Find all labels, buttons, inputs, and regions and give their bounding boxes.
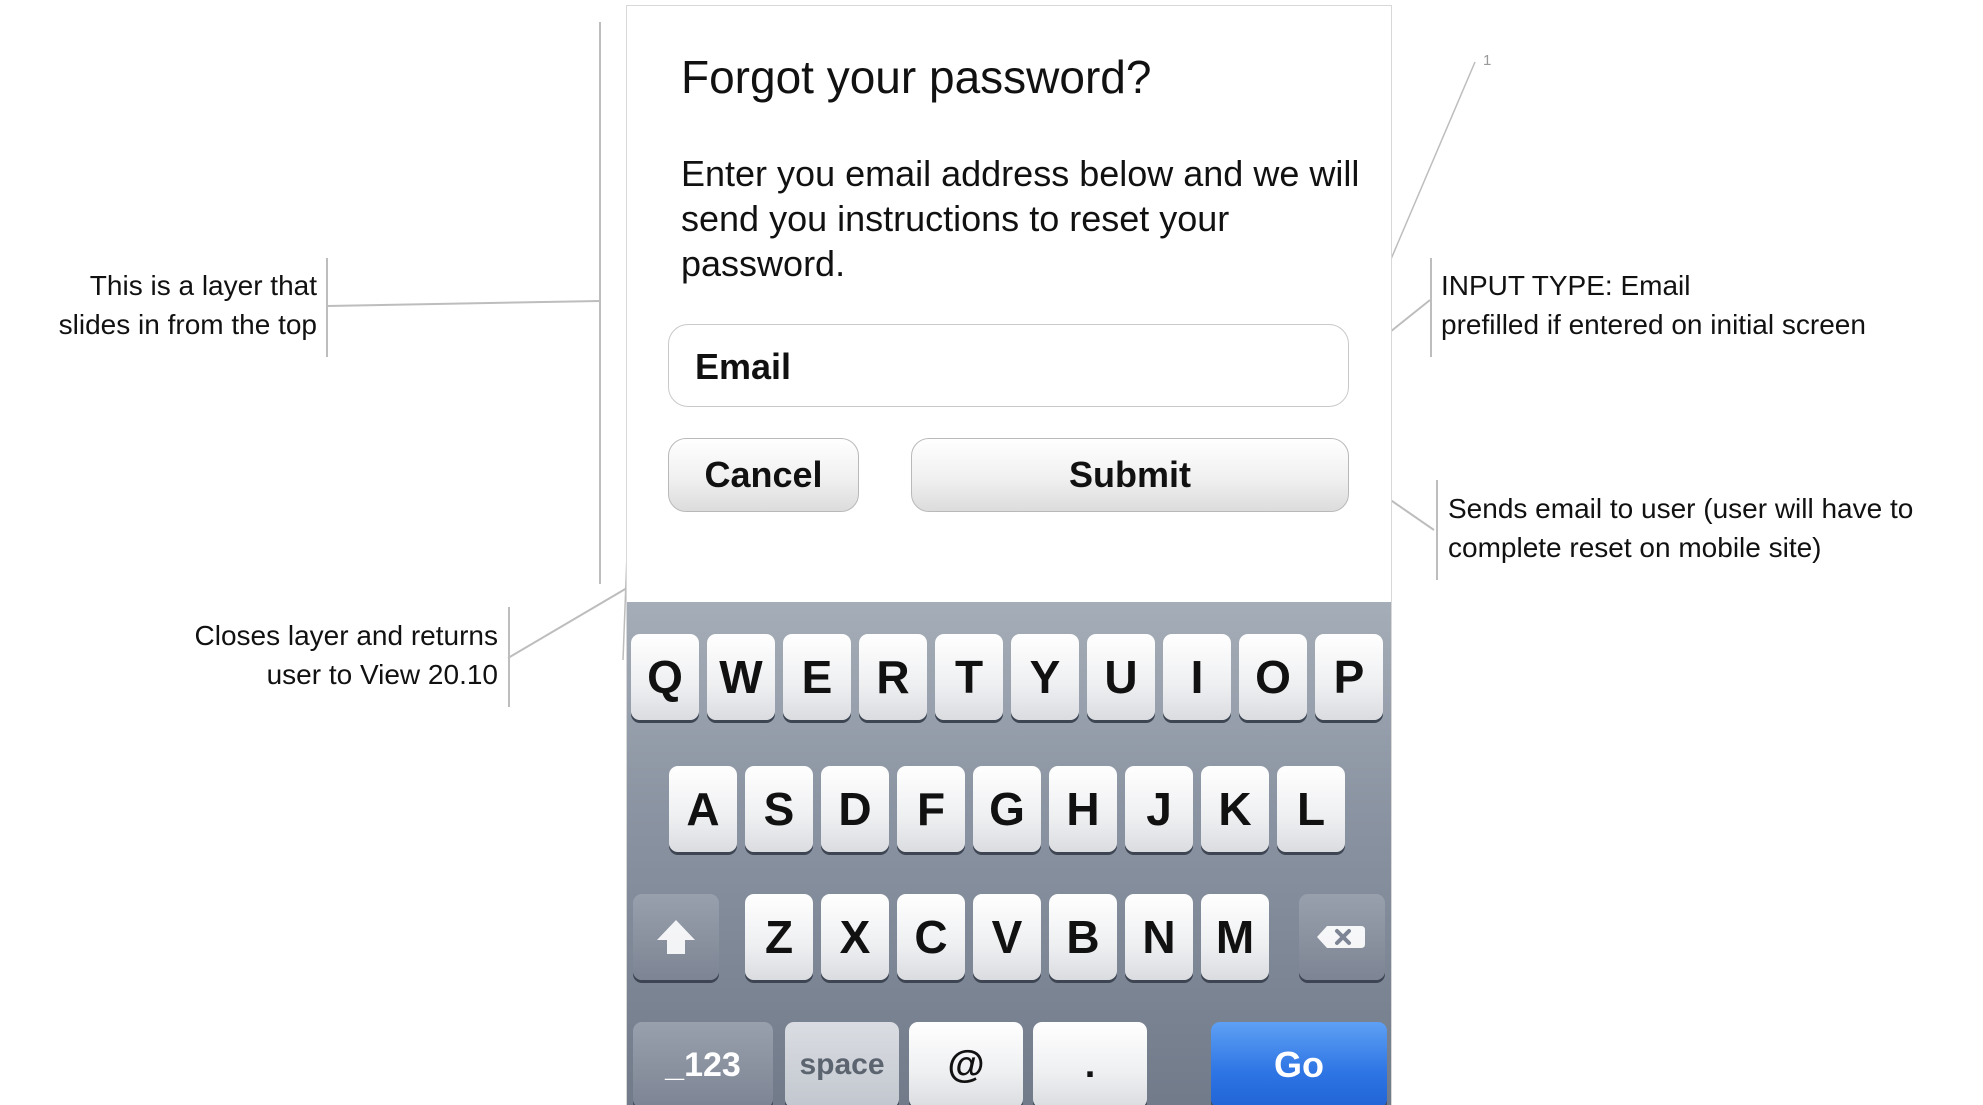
layer-annotation-line-1: This is a layer that bbox=[89, 270, 317, 301]
layer-annotation-line-2: slides in from the top bbox=[58, 309, 317, 340]
key-k[interactable]: K bbox=[1201, 766, 1269, 852]
shift-key[interactable] bbox=[633, 894, 719, 980]
closes-layer-annotation: Closes layer and returns user to View 20… bbox=[195, 616, 498, 694]
key-u[interactable]: U bbox=[1087, 634, 1155, 720]
space-key[interactable]: space bbox=[785, 1022, 899, 1105]
key-f[interactable]: F bbox=[897, 766, 965, 852]
key-n[interactable]: N bbox=[1125, 894, 1193, 980]
input-type-annotation: INPUT TYPE: Email prefilled if entered o… bbox=[1441, 266, 1866, 344]
sends-email-annotation-bracket bbox=[1436, 480, 1438, 580]
key-m[interactable]: M bbox=[1201, 894, 1269, 980]
closes-layer-annotation-bracket bbox=[508, 607, 510, 707]
email-field[interactable]: Email bbox=[668, 324, 1349, 407]
on-screen-keyboard: Q W E R T Y U I O P A S D F G H J K L Z … bbox=[627, 602, 1391, 1105]
go-key[interactable]: Go bbox=[1211, 1022, 1387, 1105]
dot-key[interactable]: . bbox=[1033, 1022, 1147, 1105]
key-s[interactable]: S bbox=[745, 766, 813, 852]
key-t[interactable]: T bbox=[935, 634, 1003, 720]
cancel-button[interactable]: Cancel bbox=[668, 438, 859, 512]
dialog-instructions: Enter you email address below and we wil… bbox=[681, 153, 1360, 284]
key-g[interactable]: G bbox=[973, 766, 1041, 852]
closes-layer-annotation-line-2: user to View 20.10 bbox=[266, 659, 498, 690]
backspace-icon bbox=[1317, 926, 1365, 948]
key-e[interactable]: E bbox=[783, 634, 851, 720]
key-b[interactable]: B bbox=[1049, 894, 1117, 980]
key-c[interactable]: C bbox=[897, 894, 965, 980]
input-type-annotation-line-2: prefilled if entered on initial screen bbox=[1441, 309, 1866, 340]
key-o[interactable]: O bbox=[1239, 634, 1307, 720]
key-i[interactable]: I bbox=[1163, 634, 1231, 720]
key-a[interactable]: A bbox=[669, 766, 737, 852]
key-l[interactable]: L bbox=[1277, 766, 1345, 852]
sends-email-annotation-line-1: Sends email to user (user will have to bbox=[1448, 493, 1914, 524]
input-type-annotation-bracket bbox=[1430, 258, 1432, 357]
key-w[interactable]: W bbox=[707, 634, 775, 720]
key-v[interactable]: V bbox=[973, 894, 1041, 980]
sends-email-annotation: Sends email to user (user will have to c… bbox=[1448, 489, 1913, 567]
key-p[interactable]: P bbox=[1315, 634, 1383, 720]
key-z[interactable]: Z bbox=[745, 894, 813, 980]
at-key[interactable]: @ bbox=[909, 1022, 1023, 1105]
key-d[interactable]: D bbox=[821, 766, 889, 852]
closes-layer-annotation-line-1: Closes layer and returns bbox=[194, 620, 498, 651]
layer-connector-line bbox=[326, 300, 601, 307]
forgot-password-layer: Forgot your password? Enter you email ad… bbox=[626, 5, 1392, 1105]
layer-annotation-bracket bbox=[326, 258, 328, 357]
submit-button[interactable]: Submit bbox=[911, 438, 1349, 512]
key-q[interactable]: Q bbox=[631, 634, 699, 720]
annotation-marker: 1 bbox=[1483, 52, 1492, 69]
layer-extent-bracket bbox=[599, 22, 601, 584]
numbers-key[interactable]: _123 bbox=[633, 1022, 773, 1105]
input-type-annotation-line-1: INPUT TYPE: Email bbox=[1441, 270, 1691, 301]
sends-email-annotation-line-2: complete reset on mobile site) bbox=[1448, 532, 1822, 563]
delete-key[interactable] bbox=[1299, 894, 1385, 980]
dialog-title: Forgot your password? bbox=[681, 51, 1152, 103]
key-r[interactable]: R bbox=[859, 634, 927, 720]
shift-arrow-icon bbox=[657, 920, 695, 954]
key-y[interactable]: Y bbox=[1011, 634, 1079, 720]
key-j[interactable]: J bbox=[1125, 766, 1193, 852]
layer-annotation: This is a layer that slides in from the … bbox=[59, 266, 317, 344]
key-h[interactable]: H bbox=[1049, 766, 1117, 852]
key-x[interactable]: X bbox=[821, 894, 889, 980]
